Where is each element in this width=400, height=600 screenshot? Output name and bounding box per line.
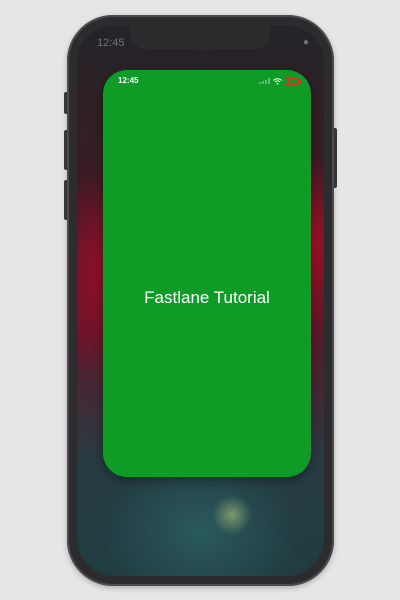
app-status-icons [259, 77, 301, 85]
cellular-signal-icon [259, 78, 270, 84]
app-status-bar: 12:45 [103, 70, 311, 92]
background-status-icons: ● [303, 37, 310, 48]
app-title: Fastlane Tutorial [144, 288, 270, 307]
background-status-time: 12:45 [97, 37, 125, 49]
dock-glow [212, 495, 252, 535]
wifi-icon: ● [302, 37, 310, 48]
app-switcher-view: 12:45 ● 12:45 Fastlane Tutorial [0, 0, 400, 600]
battery-low-icon [285, 77, 301, 85]
display-notch [130, 25, 270, 49]
app-card-fastlane-tutorial[interactable]: 12:45 Fastlane Tutorial [103, 70, 311, 477]
app-status-time: 12:45 [118, 76, 139, 85]
wifi-icon [273, 77, 282, 85]
